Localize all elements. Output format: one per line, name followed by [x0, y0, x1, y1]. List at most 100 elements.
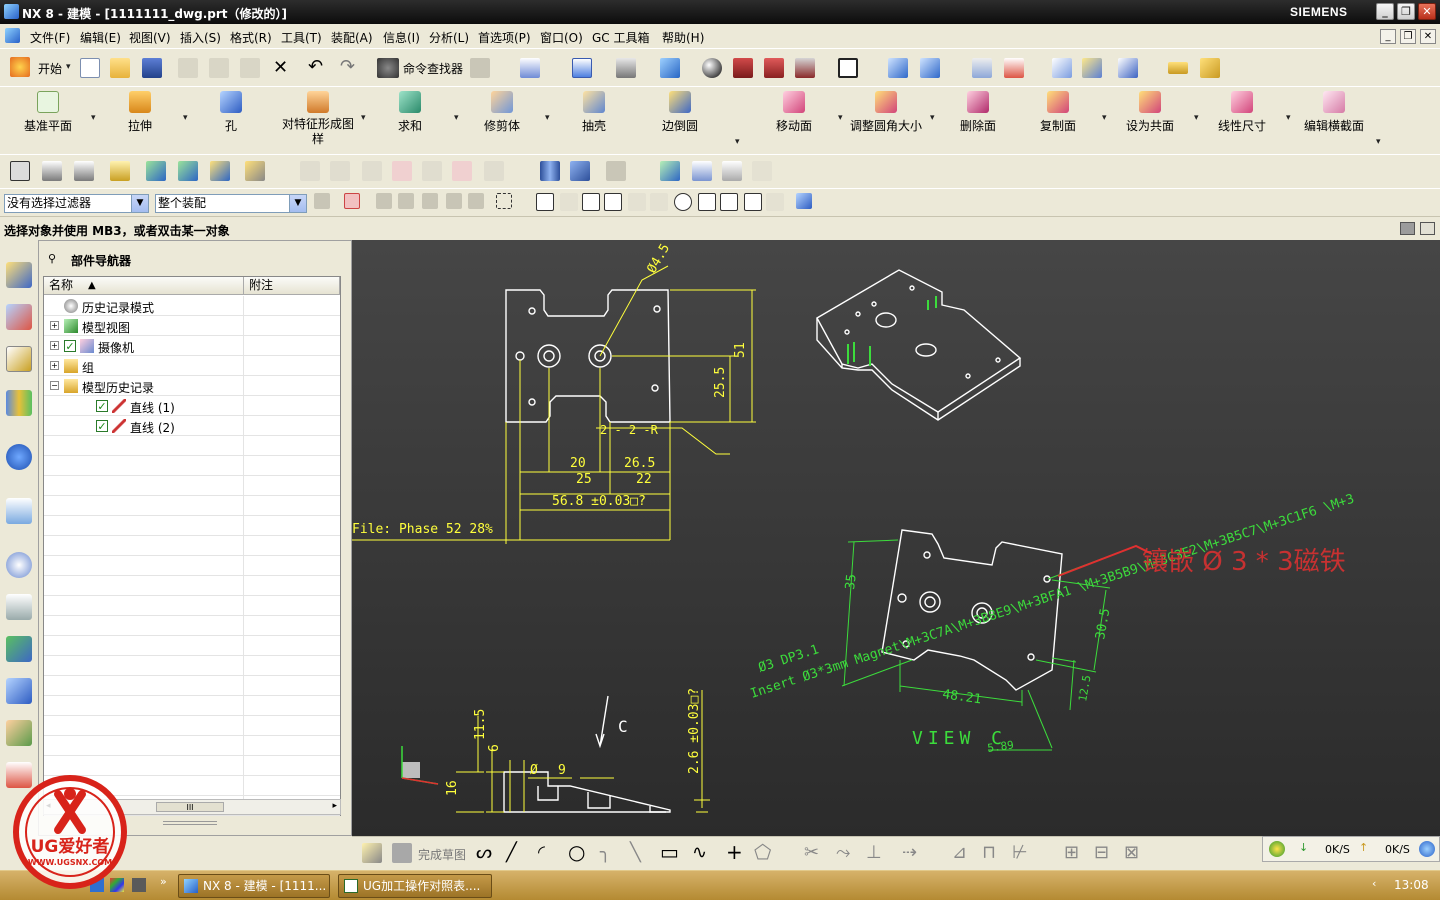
graphics-window[interactable]: Ø4.5 51 25.5 2 - 2 -R 20 26.5 25 22 56.8… — [352, 240, 1440, 836]
menu-insert[interactable]: 插入(S) — [180, 29, 221, 46]
curve-rule-icon[interactable] — [376, 193, 392, 209]
hole-button[interactable]: 孔 — [203, 91, 259, 134]
render-style-icon[interactable] — [702, 58, 722, 78]
close-button[interactable]: ✕ — [1418, 3, 1436, 20]
expand-icon[interactable]: + — [50, 341, 59, 350]
extrude-dropdown-icon[interactable]: ▾ — [183, 113, 188, 123]
datum-plane-dropdown-icon[interactable]: ▾ — [91, 113, 96, 123]
arc-icon[interactable]: ◜ — [538, 842, 545, 863]
sweep-icon[interactable] — [606, 161, 626, 181]
snap-quadrant-icon[interactable] — [698, 193, 716, 211]
constraint-3-icon[interactable]: ⊬ — [1012, 842, 1028, 863]
linear-dim-dropdown-icon[interactable]: ▾ — [1286, 113, 1291, 123]
checkbox-icon[interactable]: ✓ — [64, 340, 76, 352]
general-selection-icon[interactable] — [344, 193, 360, 209]
part-navigator-icon[interactable] — [6, 346, 32, 372]
manufacturing-wizard-icon[interactable] — [6, 678, 32, 704]
process-studio-icon[interactable] — [6, 636, 32, 662]
ruler-icon[interactable] — [1168, 62, 1188, 74]
layer-icon[interactable] — [972, 58, 992, 78]
checkbox-icon[interactable]: ✓ — [96, 400, 108, 412]
assembly-icon[interactable] — [146, 161, 166, 181]
intent-2-icon[interactable] — [446, 193, 462, 209]
start-icon[interactable] — [10, 57, 30, 77]
doc-minimize-button[interactable]: _ — [1380, 29, 1396, 44]
command-finder-button[interactable]: 命令查找器 — [403, 60, 463, 77]
finish-sketch-icon[interactable] — [392, 843, 412, 863]
scroll-thumb[interactable]: III — [156, 802, 224, 812]
curve-tool-5-icon[interactable] — [422, 161, 442, 181]
orient-view-icon[interactable] — [888, 58, 908, 78]
command-finder-icon[interactable] — [377, 58, 399, 78]
start-button[interactable]: 开始 — [38, 60, 62, 77]
fit-view-icon[interactable] — [572, 58, 592, 78]
table-icon[interactable] — [692, 161, 712, 181]
touch-mode-icon[interactable] — [470, 58, 490, 78]
visible-layers-icon[interactable] — [74, 161, 94, 181]
start-dropdown-icon[interactable]: ▾ — [66, 62, 71, 72]
selection-icon[interactable] — [520, 58, 540, 78]
history-icon[interactable] — [6, 552, 32, 578]
expand-icon[interactable]: + — [50, 361, 59, 370]
tree-row-history-mode[interactable]: 历史记录模式 — [44, 296, 340, 316]
delete-icon[interactable]: ✕ — [273, 57, 288, 78]
snap-line-icon[interactable] — [582, 193, 600, 211]
component-icon[interactable] — [178, 161, 198, 181]
roles-icon[interactable] — [6, 720, 32, 746]
check-geometry-icon[interactable] — [660, 161, 680, 181]
finish-sketch-button[interactable]: 完成草图 — [418, 846, 466, 863]
tree-row-model-history[interactable]: − 模型历史记录 — [44, 376, 340, 396]
column-header-notes[interactable]: 附注 — [244, 277, 340, 295]
curve-tool-7-icon[interactable] — [484, 161, 504, 181]
snap-intersection-icon[interactable] — [628, 193, 646, 211]
trim-icon[interactable]: ✂ — [804, 842, 819, 863]
face-edges-icon[interactable] — [764, 58, 784, 78]
tree-row-cameras[interactable]: + ✓ 摄像机 — [44, 336, 340, 356]
edge-blend-button[interactable]: 边倒圆 — [652, 91, 708, 134]
intent-3-icon[interactable] — [468, 193, 484, 209]
undo-icon[interactable]: ↶ — [308, 56, 323, 77]
select-all-icon[interactable] — [398, 193, 414, 209]
web-browser-icon[interactable] — [6, 498, 32, 524]
snap-icon[interactable] — [1118, 58, 1138, 78]
circle-icon[interactable]: ○ — [568, 840, 585, 864]
copy-icon[interactable] — [209, 58, 229, 78]
cylinder-icon[interactable] — [540, 161, 560, 181]
expand-icon[interactable]: + — [50, 321, 59, 330]
system-materials-icon[interactable] — [6, 594, 32, 620]
offset-icon[interactable]: ⇢ — [902, 842, 917, 863]
make-coplanar-button[interactable]: 设为共面 — [1122, 91, 1178, 134]
profile-icon[interactable]: ᔕ — [476, 842, 492, 863]
snap-arc-center-icon[interactable] — [650, 193, 668, 211]
rectangle-icon[interactable]: ▭ — [660, 840, 679, 864]
reuse-library-icon[interactable] — [6, 390, 32, 416]
corner-icon[interactable]: ⊥ — [866, 842, 882, 863]
layer-settings-icon[interactable] — [42, 161, 62, 181]
paste-icon[interactable] — [240, 58, 260, 78]
curve-tool-1-icon[interactable] — [300, 161, 320, 181]
snap-on-curve-icon[interactable] — [744, 193, 762, 211]
move-layer-icon[interactable] — [110, 161, 130, 181]
trim-dropdown-icon[interactable]: ▾ — [545, 113, 550, 123]
redo-icon[interactable]: ↷ — [340, 56, 355, 77]
menu-analysis[interactable]: 分析(L) — [429, 29, 469, 46]
checkbox-icon[interactable]: ✓ — [96, 420, 108, 432]
delete-face-button[interactable]: 删除面 — [950, 91, 1006, 134]
snap-control-icon[interactable] — [604, 193, 622, 211]
collapse-icon[interactable]: − — [50, 381, 59, 390]
edge-blend-dropdown-icon[interactable]: ▾ — [735, 137, 740, 147]
fillet-icon[interactable]: ╮ — [600, 842, 611, 863]
datum-plane-button[interactable]: 基准平面 — [20, 91, 76, 134]
restore-button[interactable]: ❐ — [1397, 3, 1415, 20]
extend-icon[interactable]: ⤳ — [836, 842, 850, 863]
shaded-view-icon[interactable] — [616, 58, 636, 78]
sketch-icon[interactable] — [362, 843, 382, 863]
rectangle-select-icon[interactable] — [496, 193, 512, 209]
menu-assembly[interactable]: 装配(A) — [331, 29, 373, 46]
snap-end-icon[interactable] — [536, 193, 554, 211]
trim-body-button[interactable]: 修剪体 — [474, 91, 530, 134]
type-filter-dropdown[interactable]: 没有选择过滤器 ▼ — [4, 194, 149, 213]
tree-row-model-views[interactable]: + 模型视图 — [44, 316, 340, 336]
minimize-button[interactable]: _ — [1376, 3, 1394, 20]
chamfer-icon[interactable]: ╲ — [630, 842, 641, 863]
